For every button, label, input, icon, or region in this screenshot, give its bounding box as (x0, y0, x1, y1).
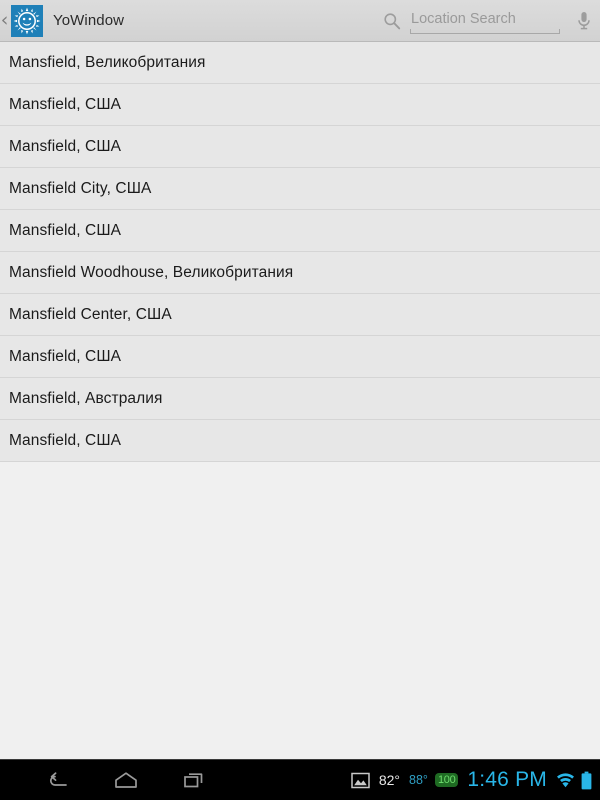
search-underline (410, 28, 560, 34)
list-item[interactable]: Mansfield, США (0, 420, 600, 462)
screenshot-image-icon[interactable] (351, 771, 370, 790)
wifi-icon[interactable] (556, 772, 575, 788)
list-item-label: Mansfield, США (9, 95, 122, 113)
status-badge: 100 (434, 773, 459, 787)
nav-home-button[interactable] (100, 760, 152, 800)
search-bar[interactable] (383, 6, 592, 36)
yowindow-sun-smiley-icon (11, 4, 43, 37)
list-item-label: Mansfield, США (9, 347, 122, 365)
clock[interactable]: 1:46 PM (467, 768, 547, 792)
microphone-icon[interactable] (576, 10, 592, 32)
list-item[interactable]: Mansfield, США (0, 336, 600, 378)
list-item[interactable]: Mansfield City, США (0, 168, 600, 210)
temperature-secondary: 88° (409, 773, 428, 787)
list-item[interactable]: Mansfield, США (0, 210, 600, 252)
home-icon (115, 772, 137, 788)
list-item-label: Mansfield, Австралия (9, 389, 163, 407)
status-tray[interactable]: 82° 88° 100 1:46 PM (351, 760, 600, 800)
list-item-label: Mansfield City, США (9, 179, 152, 197)
list-item-label: Mansfield Center, США (9, 305, 172, 323)
list-item-label: Mansfield Woodhouse, Великобритания (9, 263, 294, 281)
search-icon[interactable] (383, 12, 401, 30)
search-input[interactable] (410, 7, 560, 30)
list-item[interactable]: Mansfield, Австралия (0, 378, 600, 420)
list-item[interactable]: Mansfield Center, США (0, 294, 600, 336)
list-item-label: Mansfield, США (9, 431, 122, 449)
temperature-primary: 82° (378, 772, 401, 788)
list-item[interactable]: Mansfield, США (0, 126, 600, 168)
nav-back-button[interactable] (32, 760, 84, 800)
list-item[interactable]: Mansfield, Великобритания (0, 42, 600, 84)
list-item[interactable]: Mansfield Woodhouse, Великобритания (0, 252, 600, 294)
list-item-label: Mansfield, США (9, 221, 122, 239)
nav-recents-button[interactable] (168, 760, 220, 800)
list-item-label: Mansfield, Великобритания (9, 53, 206, 71)
back-chevron-icon[interactable]: ‹ (0, 11, 10, 30)
recent-apps-icon (184, 773, 203, 788)
back-arrow-icon (49, 772, 67, 786)
app-header: ‹ YoWindow Location Search (0, 0, 600, 42)
system-navigation-bar: 82° 88° 100 1:46 PM (0, 759, 600, 800)
list-item-label: Mansfield, США (9, 137, 122, 155)
list-item[interactable]: Mansfield, США (0, 84, 600, 126)
app-title: YoWindow (53, 12, 125, 29)
search-results-list[interactable]: Mansfield, Великобритания Mansfield, США… (0, 42, 600, 759)
search-field[interactable] (410, 7, 560, 34)
app-screen: ‹ YoWindow Location Search Mansfield, Ве… (0, 0, 600, 800)
battery-full-icon[interactable] (581, 771, 592, 790)
